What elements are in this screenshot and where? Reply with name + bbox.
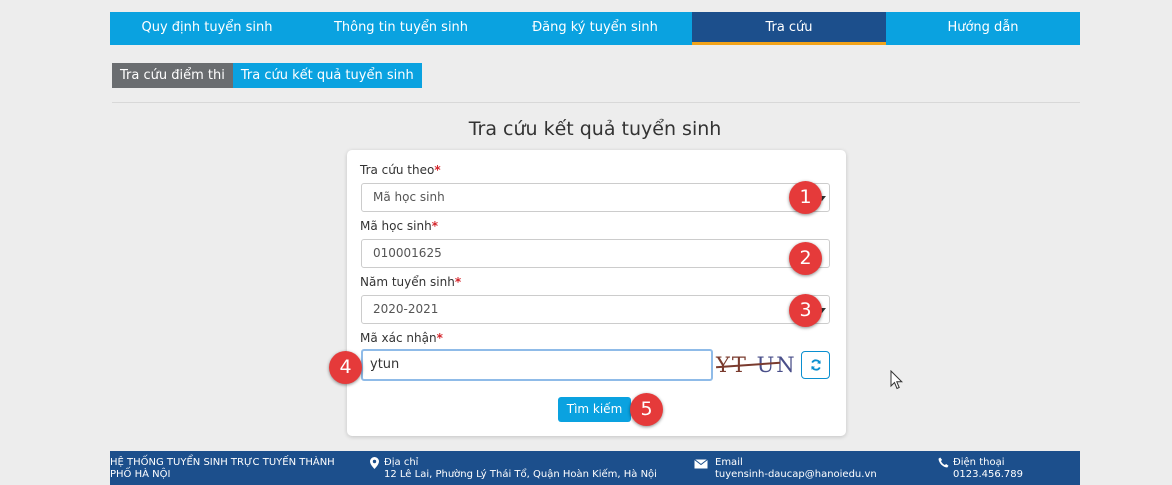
site-footer: HỆ THỐNG TUYỂN SINH TRỰC TUYẾN THÀNH PHỐ…	[110, 451, 1080, 485]
required-mark: *	[431, 219, 438, 233]
page-title: Tra cứu kết quả tuyển sinh	[468, 118, 722, 140]
footer-email: Email tuyensinh-daucap@hanoiedu.vn	[694, 457, 934, 481]
student-code-input[interactable]: 010001625	[361, 239, 830, 268]
nav-item-guide[interactable]: Hướng dẫn	[886, 12, 1080, 45]
admission-year-value: 2020-2021	[373, 302, 439, 316]
top-nav: Quy định tuyển sinh Thông tin tuyển sinh…	[110, 12, 1080, 45]
step-marker-3: 3	[789, 294, 822, 327]
captcha-label: Mã xác nhận*	[360, 331, 443, 345]
footer-address-text: 12 Lê Lai, Phường Lý Thái Tổ, Quận Hoàn …	[384, 469, 657, 480]
lookup-by-label: Tra cứu theo*	[360, 163, 441, 177]
captcha-input[interactable]: ytun	[361, 349, 713, 381]
section-divider	[112, 102, 1080, 103]
captcha-value: ytun	[370, 357, 400, 372]
student-code-label: Mã học sinh*	[360, 219, 438, 233]
admission-year-select[interactable]: 2020-2021	[361, 295, 830, 324]
nav-item-admission-rules[interactable]: Quy định tuyển sinh	[110, 12, 304, 45]
required-mark: *	[436, 331, 443, 345]
required-mark: *	[434, 163, 441, 177]
nav-item-admission-register[interactable]: Đăng ký tuyển sinh	[498, 12, 692, 45]
student-code-value: 010001625	[373, 246, 442, 260]
admission-year-label: Năm tuyển sinh*	[360, 275, 462, 289]
step-marker-2: 2	[789, 242, 822, 275]
footer-email-label: Email	[715, 457, 743, 468]
captcha-refresh-button[interactable]	[801, 351, 830, 379]
step-marker-5: 5	[630, 393, 663, 426]
footer-address-label: Địa chỉ	[384, 457, 419, 468]
footer-phone-label: Điện thoại	[953, 457, 1005, 468]
lookup-subtabs: Tra cứu điểm thi Tra cứu kết quả tuyển s…	[112, 63, 422, 88]
subtab-admission-results[interactable]: Tra cứu kết quả tuyển sinh	[232, 63, 422, 88]
nav-item-admission-info[interactable]: Thông tin tuyển sinh	[304, 12, 498, 45]
step-marker-4: 4	[329, 351, 362, 384]
footer-phone: Điện thoại 0123.456.789	[938, 457, 1078, 481]
footer-org-name: HỆ THỐNG TUYỂN SINH TRỰC TUYẾN THÀNH PHỐ…	[110, 457, 335, 480]
nav-item-lookup[interactable]: Tra cứu	[692, 12, 886, 45]
subtab-exam-scores[interactable]: Tra cứu điểm thi	[112, 63, 233, 88]
footer-address: Địa chỉ 12 Lê Lai, Phường Lý Thái Tổ, Qu…	[370, 457, 690, 481]
captcha-image: YT UN	[716, 349, 800, 381]
footer-phone-text: 0123.456.789	[953, 469, 1023, 480]
search-button[interactable]: Tìm kiếm	[558, 397, 631, 422]
map-pin-icon	[370, 457, 379, 469]
required-mark: *	[454, 275, 462, 289]
captcha-image-text-b: UN	[756, 353, 797, 377]
footer-email-text[interactable]: tuyensinh-daucap@hanoiedu.vn	[694, 469, 934, 481]
lookup-by-value: Mã học sinh	[373, 190, 445, 204]
step-marker-1: 1	[789, 181, 822, 214]
phone-icon	[938, 457, 949, 468]
envelope-icon	[694, 459, 708, 469]
lookup-by-select[interactable]: Mã học sinh	[361, 183, 830, 212]
refresh-icon	[810, 359, 821, 371]
mouse-cursor-icon	[890, 370, 904, 390]
